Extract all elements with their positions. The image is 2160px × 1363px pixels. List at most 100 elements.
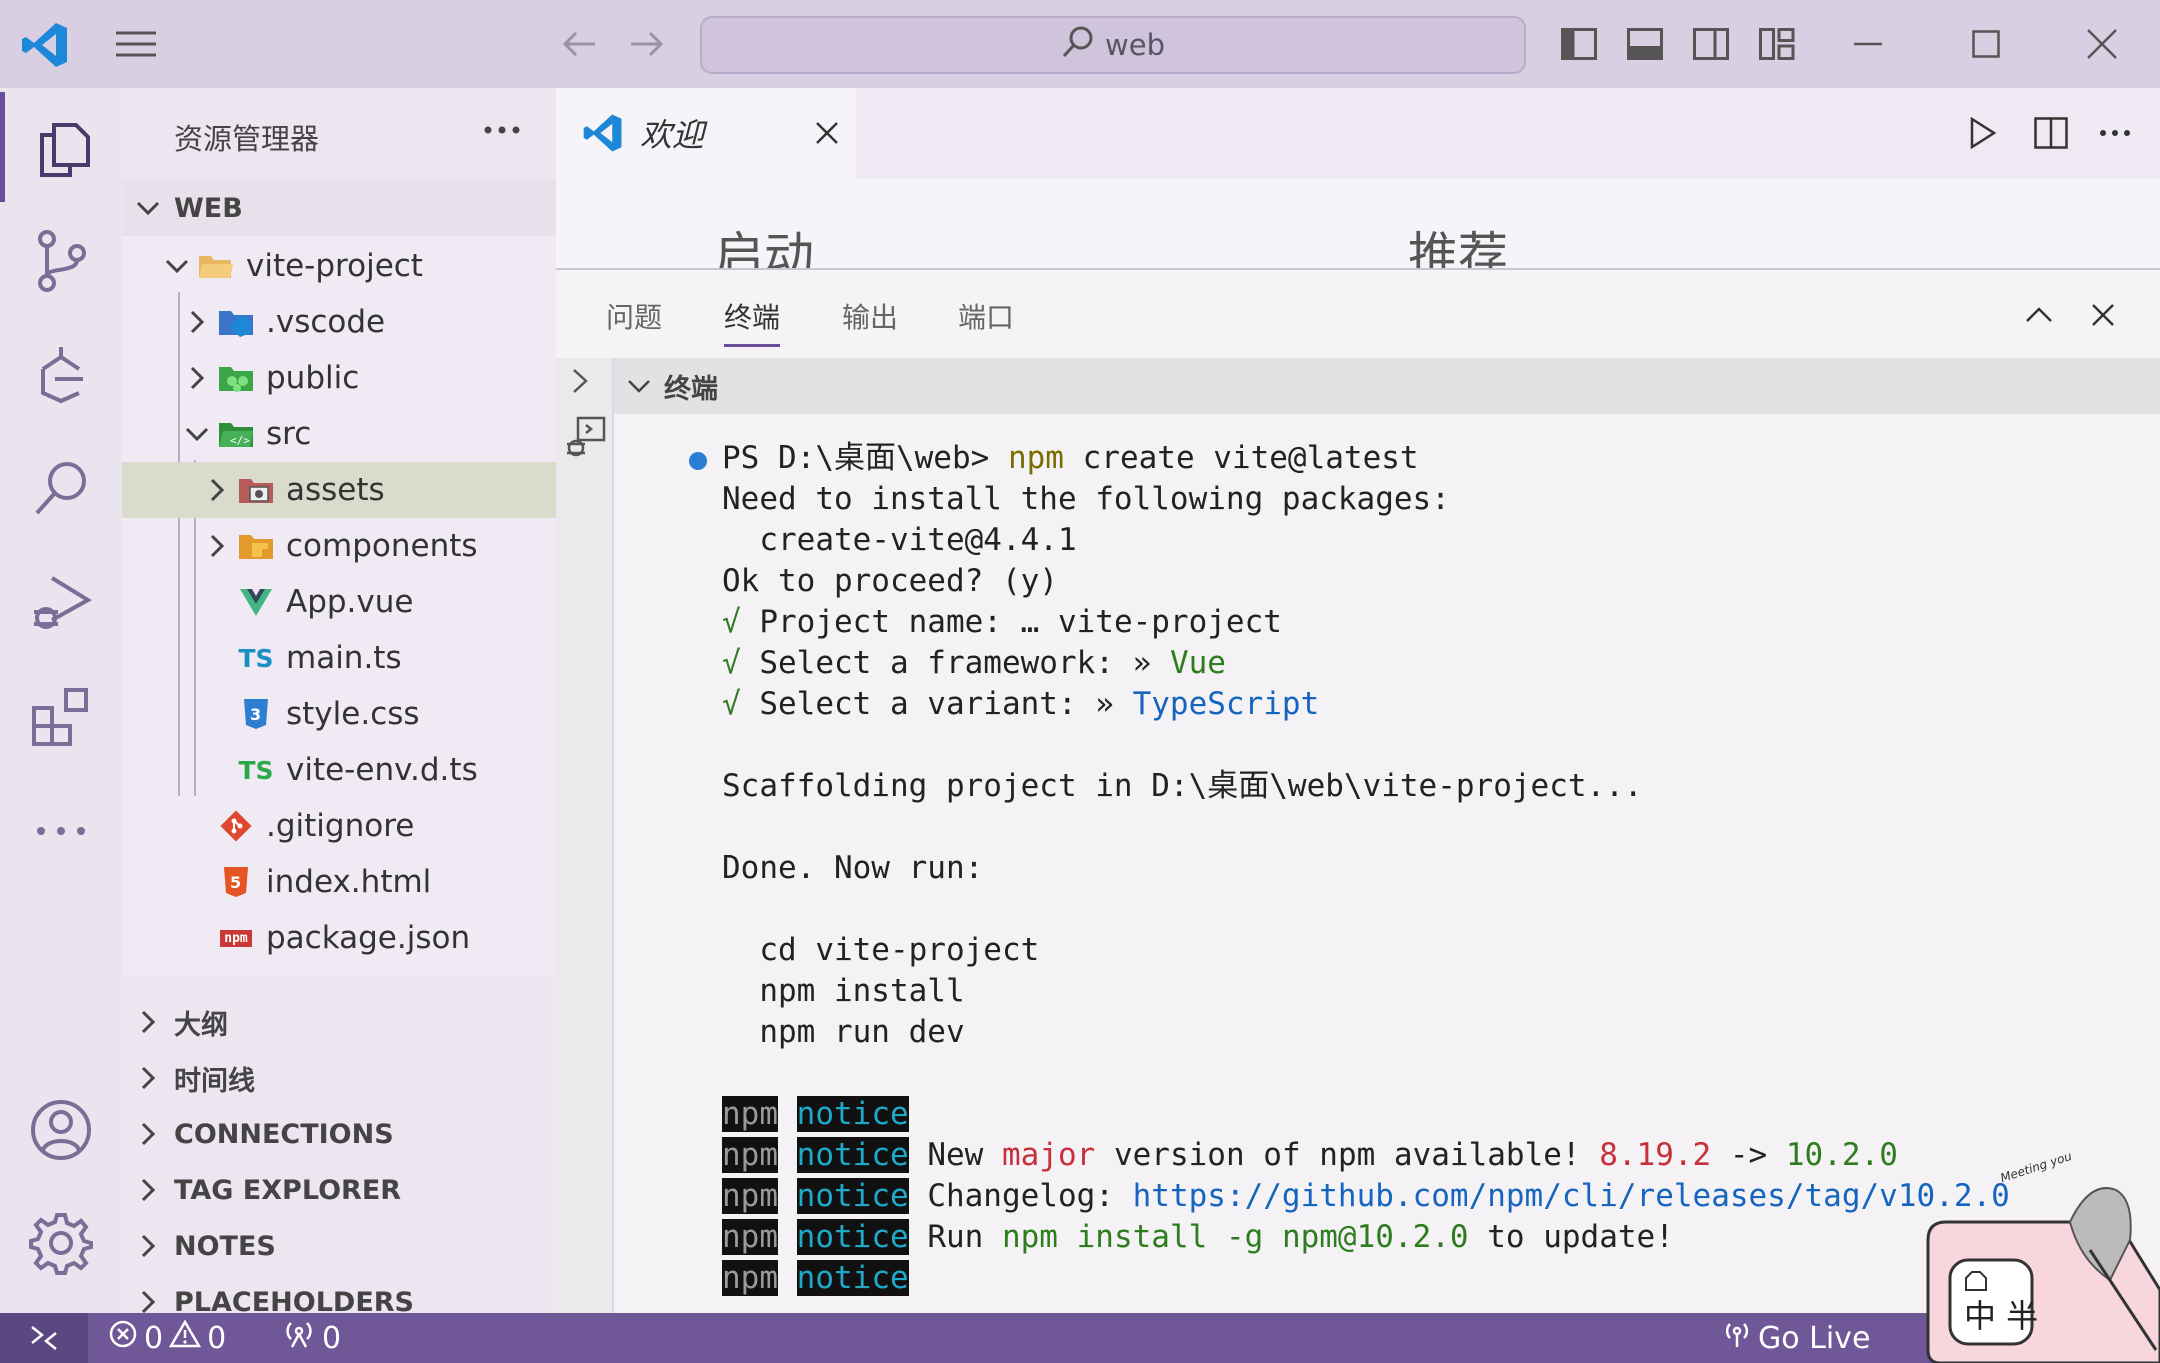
- npm-notice-line: npm notice Changelog: https://github.com…: [722, 1178, 2010, 1214]
- go-live-button[interactable]: Go Live: [1722, 1313, 1870, 1363]
- tab-output[interactable]: 输出: [842, 296, 898, 344]
- section-notes[interactable]: NOTES: [122, 1218, 556, 1274]
- section-tag-explorer[interactable]: TAG EXPLORER: [122, 1162, 556, 1218]
- terminal-line: create-vite@4.4.1: [722, 522, 1077, 558]
- section-connections[interactable]: CONNECTIONS: [122, 1106, 556, 1162]
- chevron-right-icon: [200, 478, 234, 502]
- assets-folder-icon: [234, 470, 278, 510]
- tree-item-label: vite-env.d.ts: [286, 752, 478, 788]
- menu-icon[interactable]: [108, 22, 164, 66]
- tree-item-main-ts[interactable]: TS main.ts: [122, 630, 556, 686]
- tree-item-label: index.html: [266, 864, 432, 900]
- toggle-secondary-sidebar-icon[interactable]: [1684, 22, 1738, 66]
- workspace-name: WEB: [174, 192, 243, 224]
- section-label: 时间线: [174, 1065, 255, 1097]
- workspace-section-header[interactable]: WEB: [122, 180, 556, 236]
- chevron-right-icon: [200, 534, 234, 558]
- customize-layout-icon[interactable]: [1750, 22, 1804, 66]
- more-actions-icon[interactable]: [2088, 110, 2142, 156]
- tab-label: 欢迎: [640, 116, 705, 154]
- tree-item-vscode[interactable]: .vscode: [122, 294, 556, 350]
- back-arrow-icon[interactable]: [556, 22, 604, 66]
- tree-item-public[interactable]: public: [122, 350, 556, 406]
- npm-file-icon: npm: [214, 918, 258, 958]
- command-center-search[interactable]: web: [700, 16, 1526, 74]
- vscode-logo-icon: [582, 112, 624, 154]
- terminal-line: npm install: [722, 973, 965, 1009]
- close-tab-icon[interactable]: [804, 110, 850, 156]
- tree-item-index-html[interactable]: 5 index.html: [122, 854, 556, 910]
- status-bar: 0 0 0 Go Live: [0, 1313, 2160, 1363]
- terminal-line: npm run dev: [722, 1014, 965, 1050]
- problems-status[interactable]: 0 0: [108, 1313, 226, 1363]
- close-window-button[interactable]: [2072, 22, 2132, 66]
- tree-item-package-json[interactable]: npm package.json: [122, 910, 556, 966]
- toggle-panel-icon[interactable]: [1618, 22, 1672, 66]
- minimize-button[interactable]: [1838, 22, 1898, 66]
- explorer-header: 资源管理器: [122, 88, 556, 178]
- terminal-section-header[interactable]: 终端: [614, 358, 2160, 414]
- terminal-line: Scaffolding project in D:\桌面\web\vite-pr…: [722, 768, 1643, 804]
- tree-item-style-css[interactable]: 3 style.css: [122, 686, 556, 742]
- tree-item-src[interactable]: </> src: [122, 406, 556, 462]
- vue-file-icon: [234, 582, 278, 622]
- components-folder-icon: [234, 526, 278, 566]
- public-folder-icon: [214, 358, 258, 398]
- tab-ports[interactable]: 端口: [958, 296, 1014, 344]
- typescript-def-file-icon: TS: [238, 755, 274, 785]
- command-success-dot: [689, 452, 707, 470]
- tree-item-assets[interactable]: assets: [122, 462, 556, 518]
- tab-problems[interactable]: 问题: [606, 296, 662, 344]
- ports-status[interactable]: 0: [282, 1313, 341, 1363]
- section-timeline[interactable]: 时间线: [122, 1050, 556, 1106]
- npm-notice-line: npm notice New major version of npm avai…: [722, 1137, 1898, 1173]
- more-actions-icon[interactable]: [474, 108, 530, 152]
- search-sidebar-icon[interactable]: [0, 434, 122, 544]
- tree-item-components[interactable]: components: [122, 518, 556, 574]
- tab-welcome[interactable]: 欢迎: [556, 88, 856, 178]
- chevron-down-icon: [160, 259, 194, 273]
- run-and-debug-icon[interactable]: [0, 548, 122, 658]
- chevron-right-icon: [122, 1066, 174, 1090]
- remote-indicator-icon[interactable]: [0, 1313, 88, 1363]
- source-control-icon[interactable]: [0, 206, 122, 316]
- explorer-files-icon[interactable]: [0, 92, 122, 202]
- toggle-primary-sidebar-icon[interactable]: [1552, 22, 1606, 66]
- editor-tab-bar: 欢迎: [556, 88, 2160, 178]
- timeline-icon[interactable]: [0, 320, 122, 430]
- error-count: 0: [144, 1320, 164, 1356]
- split-editor-icon[interactable]: [2024, 110, 2078, 156]
- settings-gear-icon[interactable]: [0, 1188, 122, 1298]
- tree-item-app-vue[interactable]: App.vue: [122, 574, 556, 630]
- run-icon[interactable]: [1956, 110, 2010, 156]
- changelog-link[interactable]: https://github.com/npm/cli/releases/tag/…: [1133, 1178, 2010, 1214]
- section-label: NOTES: [174, 1230, 276, 1262]
- more-views-icon[interactable]: [0, 776, 122, 886]
- terminal-line: Done. Now run:: [722, 850, 984, 886]
- tree-item-label: style.css: [286, 696, 420, 732]
- panel-tab-bar: 问题 终端 输出 端口: [556, 270, 2160, 358]
- terminal-line: √ Select a framework: » Vue: [722, 645, 1226, 681]
- chevron-right-icon[interactable]: [570, 366, 590, 400]
- section-label: CONNECTIONS: [174, 1118, 394, 1150]
- tab-terminal[interactable]: 终端: [724, 296, 781, 347]
- maximize-panel-icon[interactable]: [2014, 292, 2064, 338]
- close-panel-icon[interactable]: [2078, 292, 2128, 338]
- accounts-icon[interactable]: [0, 1075, 122, 1185]
- tree-item-label: .vscode: [266, 304, 386, 340]
- broadcast-icon: [282, 1319, 316, 1357]
- maximize-button[interactable]: [1956, 22, 2016, 66]
- debug-console-icon[interactable]: [564, 416, 606, 464]
- tree-item-vite-project[interactable]: vite-project: [122, 238, 556, 294]
- section-outline[interactable]: 大纲: [122, 994, 556, 1050]
- extensions-icon[interactable]: [0, 662, 122, 772]
- go-live-label: Go Live: [1758, 1320, 1871, 1356]
- explorer-sidebar: 资源管理器 WEB vite-project .vscode public </…: [122, 88, 556, 1318]
- npm-notice-line: npm notice: [722, 1096, 909, 1132]
- chevron-down-icon: [614, 379, 664, 393]
- sticker-text: 中 半: [1964, 1297, 2038, 1335]
- tree-item-gitignore[interactable]: .gitignore: [122, 798, 556, 854]
- forward-arrow-icon[interactable]: [622, 22, 670, 66]
- tree-item-vite-env-d-ts[interactable]: TS vite-env.d.ts: [122, 742, 556, 798]
- terminal-header-label: 终端: [664, 373, 718, 405]
